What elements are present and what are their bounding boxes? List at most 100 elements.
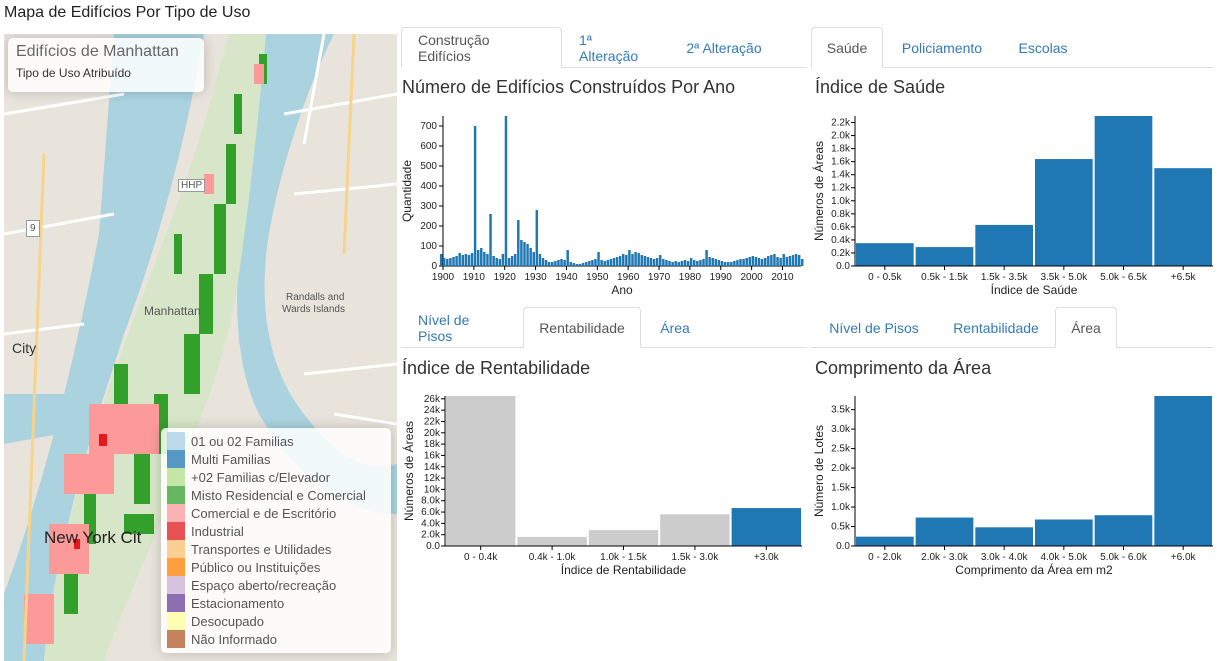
bar xyxy=(625,255,628,266)
legend-swatch xyxy=(167,504,185,522)
x-tick-label: 0 - 0.4k xyxy=(464,552,498,563)
legend-item: Não Informado xyxy=(167,630,385,648)
bar xyxy=(1035,519,1093,546)
bar xyxy=(634,252,637,266)
tab-rentabilidade[interactable]: Rentabilidade xyxy=(937,307,1055,348)
bar xyxy=(600,260,603,266)
bar xyxy=(513,254,517,266)
tab-área[interactable]: Área xyxy=(641,307,709,348)
y-tick-label: 500 xyxy=(420,161,437,172)
bar xyxy=(622,254,625,266)
bar xyxy=(581,263,585,266)
y-tick-label: 300 xyxy=(420,201,437,212)
tab-área[interactable]: Área xyxy=(1055,307,1117,348)
y-tick-label: 600 xyxy=(420,141,437,152)
bar xyxy=(529,248,532,266)
y-tick-label: 2.0k xyxy=(831,463,851,474)
bar xyxy=(449,258,452,266)
tab-nível-de-pisos[interactable]: Nível de Pisos xyxy=(401,307,523,348)
map[interactable]: Manhattan Randalls and Wards Islands Cit… xyxy=(4,34,397,661)
route-shield-icon: 9 xyxy=(26,220,40,237)
bar xyxy=(566,250,569,266)
y-tick-label: 0.0 xyxy=(426,541,440,552)
x-tick-label: 0.4k - 1.0k xyxy=(529,552,577,563)
y-axis-label: Quantidade xyxy=(400,160,414,222)
chart-area: 0 - 2.0k 2.0k - 3.0k 3.0k - 4.0k 4.0k - 5.0… xyxy=(811,388,1213,588)
bar xyxy=(801,259,804,266)
tab-2-alteração[interactable]: 2ª Alteração xyxy=(669,27,779,68)
tab-saúde[interactable]: Saúde xyxy=(811,27,883,68)
tab-construção-edifícios[interactable]: Construção Edifícios xyxy=(401,27,562,68)
bar xyxy=(631,254,634,266)
bar xyxy=(455,256,458,266)
bar xyxy=(452,257,455,266)
y-tick-label: 400 xyxy=(420,181,437,192)
bar xyxy=(733,261,736,266)
y-tick-label: 2.0k xyxy=(421,530,441,541)
page-title: Mapa de Edifícios Por Tipo de Uso xyxy=(4,4,251,21)
y-axis-label: Número de Lotes xyxy=(812,425,826,517)
y-tick-label: 700 xyxy=(420,121,437,132)
y-tick-label: 1.5k xyxy=(831,483,851,494)
chart-title-area: Comprimento da Área xyxy=(815,358,992,378)
y-tick-label: 1.4k xyxy=(831,170,851,181)
legend-label: Público ou Instituições xyxy=(191,559,321,575)
y-tick-label: 100 xyxy=(420,241,437,252)
legend-label: Transportes e Utilidades xyxy=(191,541,332,557)
bar xyxy=(646,257,650,266)
bar xyxy=(717,260,721,266)
map-label-new-york: New York Cit xyxy=(44,528,142,547)
legend-label: Desocupado xyxy=(191,613,264,629)
bar xyxy=(504,116,508,266)
tab-1-alteração[interactable]: 1ª Alteração xyxy=(562,27,669,68)
y-tick-label: 1.0k xyxy=(831,196,851,207)
y-tick-label: 0.8k xyxy=(831,209,851,220)
bar xyxy=(578,264,582,266)
x-tick-label: 1920 xyxy=(494,272,517,283)
bar xyxy=(461,255,464,266)
x-tick-label: 1990 xyxy=(710,272,733,283)
bar xyxy=(557,260,560,266)
bar xyxy=(517,536,587,546)
tabs-bottom-left: Nível de Pisos Rentabilidade Área xyxy=(401,307,806,348)
bar xyxy=(763,258,767,266)
bar xyxy=(476,250,480,266)
bar xyxy=(1154,168,1212,266)
bar xyxy=(1154,396,1212,546)
legend-item: Transportes e Utilidades xyxy=(167,540,385,558)
bar xyxy=(975,527,1033,546)
bar xyxy=(591,260,594,266)
tab-rentabilidade[interactable]: Rentabilidade xyxy=(523,307,641,348)
tab-escolas[interactable]: Escolas xyxy=(1001,27,1085,68)
bar xyxy=(439,254,443,266)
bar xyxy=(782,254,785,266)
bar xyxy=(606,260,610,266)
x-tick-label: 0 - 0.5k xyxy=(868,272,902,283)
chart-title-health: Índice de Saúde xyxy=(815,77,946,97)
bar xyxy=(560,259,563,266)
x-tick-label: 1970 xyxy=(648,272,671,283)
legend-swatch xyxy=(167,630,185,648)
y-tick-label: 1.6k xyxy=(831,157,851,168)
y-axis-label: Números de Áreas xyxy=(401,421,416,521)
bar xyxy=(603,261,606,266)
bar xyxy=(856,536,914,546)
bar xyxy=(532,252,535,266)
bar xyxy=(612,258,616,266)
tab-policiamento[interactable]: Policiamento xyxy=(883,27,1001,68)
bar xyxy=(714,259,718,266)
x-tick-label: 1900 xyxy=(432,272,455,283)
y-tick-label: 0.6k xyxy=(831,222,851,233)
bar xyxy=(662,259,665,266)
x-tick-label: 2.0k - 3.0k xyxy=(921,552,969,563)
y-tick-label: 18k xyxy=(424,439,441,450)
tab-nível-de-pisos[interactable]: Nível de Pisos xyxy=(811,307,937,348)
x-tick-label: +3.0k xyxy=(754,552,780,563)
x-tick-label: 1.5k - 3.0k xyxy=(672,552,720,563)
y-tick-label: 14k xyxy=(424,462,441,473)
bar xyxy=(711,258,714,266)
bar xyxy=(495,258,498,266)
bar xyxy=(489,214,492,266)
legend-item: Estacionamento xyxy=(167,594,385,612)
y-tick-label: 12k xyxy=(424,473,441,484)
